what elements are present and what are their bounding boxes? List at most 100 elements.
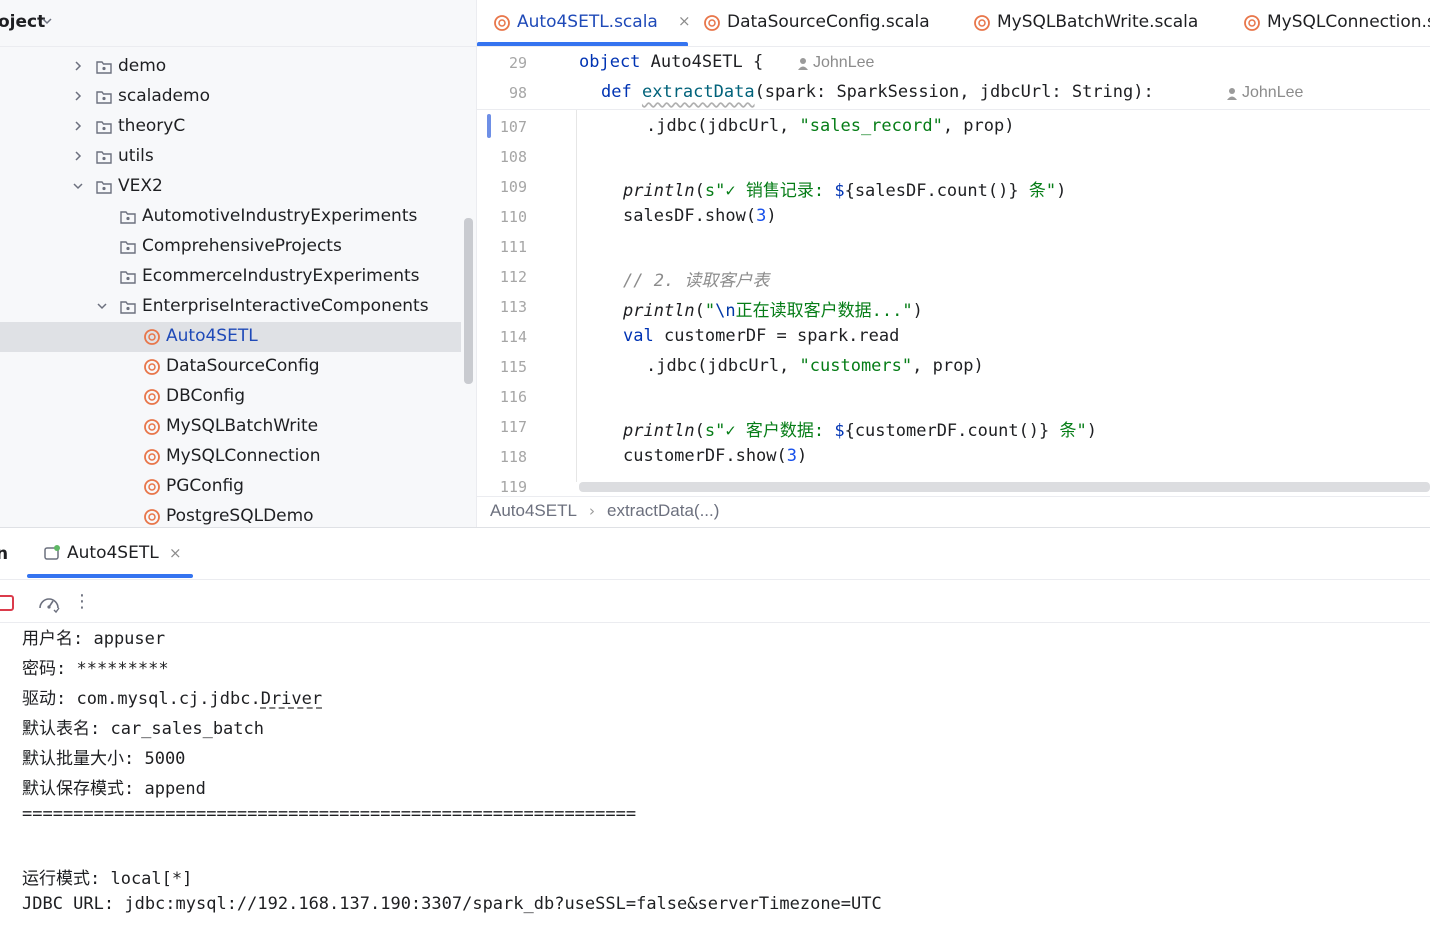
close-icon[interactable]: × xyxy=(169,544,182,562)
driver-class-link[interactable]: Driver xyxy=(261,689,322,709)
code-line: 112 // 2. 读取客户表 xyxy=(477,262,1430,292)
chevron-right-icon[interactable] xyxy=(72,150,84,162)
tree-item-dbconfig[interactable]: DBConfig xyxy=(0,382,461,412)
chevron-right-icon[interactable] xyxy=(72,60,84,72)
code-text: def extractData(spark: SparkSession, jdb… xyxy=(601,82,1154,102)
tab-datasourceconfig[interactable]: DataSourceConfig.scala xyxy=(703,0,943,46)
scala-object-icon xyxy=(144,419,160,435)
tree-item-label: ComprehensiveProjects xyxy=(142,236,342,256)
code-text: .jdbc(jdbcUrl, "customers", prop) xyxy=(646,356,984,376)
line-number: 109 xyxy=(499,178,527,196)
tree-item-label: theoryC xyxy=(118,116,186,136)
tab-label: MySQLConnection.s xyxy=(1267,12,1430,32)
project-header: oject xyxy=(0,0,476,47)
package-folder-icon xyxy=(96,181,112,194)
project-title: oject xyxy=(0,12,46,32)
active-tab-indicator xyxy=(477,42,688,46)
tree-item-label: DataSourceConfig xyxy=(166,356,320,376)
tab-mysqlbatchwrite[interactable]: MySQLBatchWrite.scala xyxy=(973,0,1213,46)
tree-item-label: PostgreSQLDemo xyxy=(166,506,314,526)
user-icon xyxy=(1227,88,1237,100)
tree-scrollbar[interactable] xyxy=(464,218,473,384)
chevron-down-icon[interactable] xyxy=(72,180,84,192)
scala-object-icon xyxy=(974,15,990,31)
tree-item-mysqlconnection[interactable]: MySQLConnection xyxy=(0,442,461,472)
tree-item-label: DBConfig xyxy=(166,386,245,406)
tree-item-label: utils xyxy=(118,146,154,166)
console-line: 运行模式: local[*] xyxy=(22,869,193,889)
tab-label: DataSourceConfig.scala xyxy=(727,12,930,32)
tree-item-theoryc[interactable]: theoryC xyxy=(0,112,461,142)
package-folder-icon xyxy=(96,121,112,134)
line-number: 112 xyxy=(499,268,527,286)
line-number: 108 xyxy=(499,148,527,166)
line-number: 110 xyxy=(499,208,527,226)
tree-item-datasourceconfig[interactable]: DataSourceConfig xyxy=(0,352,461,382)
run-panel-title: n xyxy=(0,544,9,564)
run-tool-window: n Auto4SETL × ⋮ 用户名: appuser 密码: *******… xyxy=(0,527,1430,932)
tree-item-automotiveindustryexperiments[interactable]: AutomotiveIndustryExperiments xyxy=(0,202,461,232)
line-number: 111 xyxy=(499,238,527,256)
code-line: 115 .jdbc(jdbcUrl, "customers", prop) xyxy=(477,352,1430,382)
tree-item-label: PGConfig xyxy=(166,476,244,496)
code-line: 111 xyxy=(477,232,1430,262)
code-text: println("\n正在读取客户数据...") xyxy=(623,301,923,321)
package-folder-icon xyxy=(96,91,112,104)
author-annotation[interactable]: JohnLee xyxy=(1242,84,1303,102)
tree-item-postgresqldemo[interactable]: PostgreSQLDemo xyxy=(0,502,461,527)
tree-item-label: demo xyxy=(118,56,167,76)
code-text: println(s"✓ 销售记录: ${salesDF.count()} 条") xyxy=(623,181,1067,201)
console-line: JDBC URL: jdbc:mysql://192.168.137.190:3… xyxy=(22,894,882,914)
console-line: 用户名: appuser xyxy=(22,629,166,649)
line-number: 113 xyxy=(499,298,527,316)
tree-item-enterpriseinteractivecomponents[interactable]: EnterpriseInteractiveComponents xyxy=(0,292,461,322)
console-output[interactable]: 用户名: appuser 密码: ********* 驱动: com.mysql… xyxy=(0,624,1430,932)
chevron-down-icon[interactable] xyxy=(40,14,54,28)
stop-button[interactable] xyxy=(0,595,14,611)
active-tab-indicator xyxy=(27,574,193,578)
code-text: salesDF.show(3) xyxy=(623,206,777,226)
code-text: customerDF.show(3) xyxy=(623,446,808,466)
tree-item-demo[interactable]: demo xyxy=(0,52,461,82)
line-number: 98 xyxy=(508,84,527,102)
profiler-gauge-icon[interactable] xyxy=(37,592,61,614)
chevron-down-icon[interactable] xyxy=(96,300,108,312)
author-annotation[interactable]: JohnLee xyxy=(813,54,874,72)
breadcrumb-method[interactable]: extractData(...) xyxy=(607,501,719,521)
console-line: ========================================… xyxy=(22,804,637,824)
tree-item-label: MySQLBatchWrite xyxy=(166,416,319,436)
breadcrumb: Auto4SETL › extractData(...) xyxy=(477,496,1430,527)
tree-item-label: VEX2 xyxy=(118,176,163,196)
chevron-right-icon[interactable] xyxy=(72,90,84,102)
tree-item-comprehensiveprojects[interactable]: ComprehensiveProjects xyxy=(0,232,461,262)
more-options-icon[interactable]: ⋮ xyxy=(73,590,91,614)
tree-item-scalademo[interactable]: scalademo xyxy=(0,82,461,112)
line-number: 107 xyxy=(499,118,527,136)
tree-item-label: Auto4SETL xyxy=(166,326,258,346)
tree-item-vex2[interactable]: VEX2 xyxy=(0,172,461,202)
breadcrumb-file[interactable]: Auto4SETL xyxy=(490,501,577,521)
sticky-line: 98 def extractData(spark: SparkSession, … xyxy=(477,78,1430,108)
tree-item-ecommerceindustryexperiments[interactable]: EcommerceIndustryExperiments xyxy=(0,262,461,292)
tree-item-auto4setl[interactable]: Auto4SETL xyxy=(0,322,461,352)
tab-auto4setl[interactable]: Auto4SETL.scala × xyxy=(493,0,693,46)
tree-item-label: EnterpriseInteractiveComponents xyxy=(142,296,429,316)
tree-item-utils[interactable]: utils xyxy=(0,142,461,172)
line-number: 116 xyxy=(499,388,527,406)
tab-mysqlconnection[interactable]: MySQLConnection.s xyxy=(1243,0,1430,46)
run-tab-auto4setl[interactable]: Auto4SETL × xyxy=(27,528,193,579)
package-folder-icon xyxy=(120,271,136,284)
code-text: .jdbc(jdbcUrl, "sales_record", prop) xyxy=(646,116,1015,136)
line-number: 114 xyxy=(499,328,527,346)
tree-item-mysqlbatchwrite[interactable]: MySQLBatchWrite xyxy=(0,412,461,442)
code-editor[interactable]: 29 object Auto4SETL { JohnLee 98 def ext… xyxy=(477,48,1430,496)
editor-tab-bar: Auto4SETL.scala × DataSourceConfig.scala… xyxy=(477,0,1430,47)
chevron-right-icon[interactable] xyxy=(72,120,84,132)
scala-object-icon xyxy=(144,389,160,405)
tree-item-pgconfig[interactable]: PGConfig xyxy=(0,472,461,502)
package-folder-icon xyxy=(96,151,112,164)
code-text: println(s"✓ 客户数据: ${customerDF.count()} … xyxy=(623,421,1098,441)
close-icon[interactable]: × xyxy=(678,12,691,30)
horizontal-scrollbar[interactable] xyxy=(579,482,1430,492)
code-line: 113 println("\n正在读取客户数据...") xyxy=(477,292,1430,322)
